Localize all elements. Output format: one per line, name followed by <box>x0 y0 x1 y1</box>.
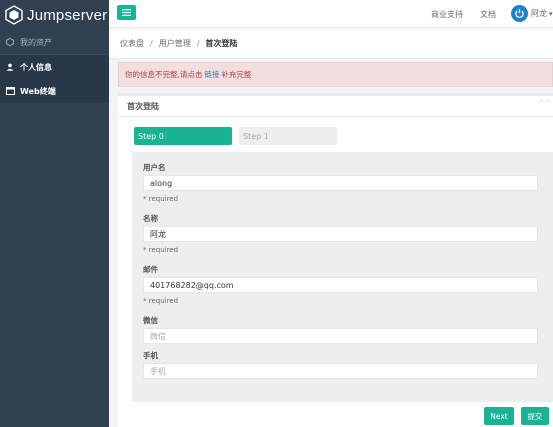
breadcrumb: 仪表盘 / 用户管理 / 首次登陆 <box>109 29 553 59</box>
form-group-email: 邮件 401768282@qq.com * required <box>143 264 553 315</box>
sidebar-item-label: 个人信息 <box>20 62 52 72</box>
field-label: 用户名 <box>143 163 166 172</box>
breadcrumb-separator: / <box>196 39 200 48</box>
sidebar-item-profile[interactable]: 个人信息 <box>0 55 109 79</box>
wizard-form: 用户名 along * required 名称 阿龙 * required 邮件… <box>132 152 553 402</box>
breadcrumb-current: 首次登陆 <box>205 39 238 48</box>
wizard-steps: Step 0 Step 1 <box>134 127 337 145</box>
business-support-link[interactable]: 商业支持 <box>431 9 463 20</box>
name-field[interactable]: 阿龙 <box>143 226 538 242</box>
user-icon <box>5 63 15 71</box>
breadcrumb-item-user-management[interactable]: 用户管理 <box>159 38 191 49</box>
required-hint: * required <box>143 297 179 305</box>
username-field[interactable]: along <box>143 175 538 191</box>
wechat-field[interactable]: 微信 <box>143 328 538 344</box>
panel-title: 首次登陆 <box>118 93 553 117</box>
field-label: 微信 <box>143 316 158 325</box>
breadcrumb-separator: / <box>150 39 153 48</box>
hamburger-icon <box>122 9 131 16</box>
avatar <box>511 5 528 22</box>
alert-text-end: 补充完整 <box>221 70 252 79</box>
step-0-tab[interactable]: Step 0 <box>134 127 232 145</box>
power-icon <box>515 9 524 19</box>
docs-link[interactable]: 文档 <box>480 9 496 20</box>
breadcrumb-item-dashboard[interactable]: 仪表盘 <box>120 38 144 49</box>
form-group-phone: 手机 手机 <box>143 350 553 385</box>
step-1-tab[interactable]: Step 1 <box>239 127 337 145</box>
sidebar-item-web-terminal[interactable]: Web终端 <box>0 79 109 103</box>
email-field[interactable]: 401768282@qq.com <box>143 277 538 293</box>
required-hint: * required <box>143 246 179 254</box>
alert-text: 你的信息不完整,请点击 <box>125 70 203 79</box>
user-menu[interactable]: 阿龙 ▾ <box>511 5 553 22</box>
logo-text: Jumpserver <box>27 6 108 24</box>
field-label: 邮件 <box>143 265 158 274</box>
field-label: 手机 <box>143 351 158 360</box>
top-navbar: 商业支持 文档 阿龙 ▾ <box>109 0 553 28</box>
user-name: 阿龙 <box>531 9 547 18</box>
form-group-username: 用户名 along * required <box>143 162 553 213</box>
next-button[interactable]: Next <box>484 407 514 425</box>
collapse-chevron-up-icon[interactable]: ˆ ˆ <box>539 100 551 110</box>
required-hint: * required <box>143 195 179 203</box>
sidebar: Jumpserver 我的资产 个人信息 Web终端 <box>0 0 109 427</box>
first-login-panel: 首次登陆 ˆ ˆ Step 0 Step 1 用户名 along * requi… <box>118 93 553 427</box>
submit-button[interactable]: 提交 <box>521 407 549 425</box>
phone-field[interactable]: 手机 <box>143 363 538 379</box>
form-group-name: 名称 阿龙 * required <box>143 213 553 264</box>
alert-link[interactable]: 链接 <box>204 69 219 80</box>
sidebar-item-label: 我的资产 <box>20 37 52 47</box>
sidebar-item-label: Web终端 <box>20 86 56 96</box>
menu-toggle-button[interactable] <box>117 5 136 20</box>
logo[interactable]: Jumpserver <box>0 0 109 30</box>
cube-icon <box>5 38 15 46</box>
form-group-wechat: 微信 微信 <box>143 315 553 350</box>
field-label: 名称 <box>143 214 158 223</box>
caret-down-icon: ▾ <box>549 9 553 18</box>
window-icon <box>5 87 15 95</box>
jumpserver-logo-icon <box>5 5 23 25</box>
sidebar-item-my-assets[interactable]: 我的资产 <box>0 30 109 54</box>
incomplete-info-alert: 你的信息不完整,请点击 链接 补充完整 <box>118 62 553 87</box>
